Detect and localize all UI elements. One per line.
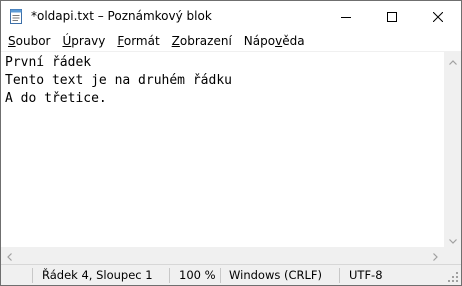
- menu-accel: Ú: [62, 34, 72, 48]
- status-divider: [220, 268, 221, 283]
- notepad-window: *oldapi.txt – Poznámkový blok Soubor Úpr…: [0, 0, 462, 286]
- menu-accel: S: [8, 34, 16, 48]
- scrollbar-corner: [444, 247, 461, 264]
- editor-line: Tento text je na druhém řádku: [5, 73, 232, 88]
- menu-format[interactable]: Formát: [111, 31, 165, 51]
- minimize-button[interactable]: [323, 1, 369, 31]
- horizontal-scrollbar[interactable]: [1, 247, 444, 264]
- menu-label: ěda: [282, 34, 305, 48]
- menu-napoveda[interactable]: Nápověda: [238, 31, 311, 51]
- editor-line: První řádek: [5, 55, 92, 70]
- resize-grip-icon[interactable]: [447, 271, 459, 283]
- editor-content[interactable]: První řádek Tento text je na druhém řádku…: [5, 54, 232, 108]
- status-cursor-position: Řádek 4, Sloupec 1: [42, 268, 153, 282]
- status-bar: Řádek 4, Sloupec 1 100 % Windows (CRLF) …: [1, 264, 461, 285]
- menu-label: obrazení: [179, 34, 232, 48]
- notepad-icon: [9, 8, 23, 24]
- scroll-down-button[interactable]: [444, 230, 461, 247]
- editor-line: A do třetice.: [5, 91, 107, 106]
- scroll-left-button[interactable]: [1, 247, 18, 264]
- menu-soubor[interactable]: Soubor: [2, 31, 56, 51]
- title-bar[interactable]: *oldapi.txt – Poznámkový blok: [1, 1, 461, 31]
- close-button[interactable]: [415, 1, 461, 31]
- menu-accel: Z: [171, 34, 180, 48]
- chevron-up-icon: [448, 50, 457, 69]
- status-divider: [169, 268, 170, 283]
- status-zoom: 100 %: [179, 268, 216, 282]
- chevron-down-icon: [448, 229, 457, 248]
- status-line-ending: Windows (CRLF): [229, 268, 323, 282]
- chevron-right-icon: [433, 246, 438, 265]
- menu-bar: Soubor Úpravy Formát Zobrazení Nápověda: [1, 31, 461, 51]
- menu-label: pravy: [71, 34, 106, 48]
- scroll-right-button[interactable]: [427, 247, 444, 264]
- maximize-button[interactable]: [369, 1, 415, 31]
- scroll-up-button[interactable]: [444, 51, 461, 68]
- status-divider: [32, 268, 33, 283]
- vertical-scrollbar[interactable]: [444, 51, 461, 247]
- menu-zobrazeni[interactable]: Zobrazení: [166, 31, 238, 51]
- chevron-left-icon: [7, 246, 12, 265]
- text-editor[interactable]: První řádek Tento text je na druhém řádku…: [1, 51, 444, 247]
- menu-label: Nápo: [243, 34, 276, 48]
- menu-label: ormát: [123, 34, 160, 48]
- status-encoding: UTF-8: [349, 268, 383, 282]
- menu-label: oubor: [15, 34, 51, 48]
- menu-upravy[interactable]: Úpravy: [56, 31, 111, 51]
- maximize-icon: [387, 7, 397, 26]
- minimize-icon: [341, 7, 351, 26]
- window-title: *oldapi.txt – Poznámkový blok: [31, 9, 212, 23]
- close-icon: [432, 7, 444, 26]
- status-divider: [339, 268, 340, 283]
